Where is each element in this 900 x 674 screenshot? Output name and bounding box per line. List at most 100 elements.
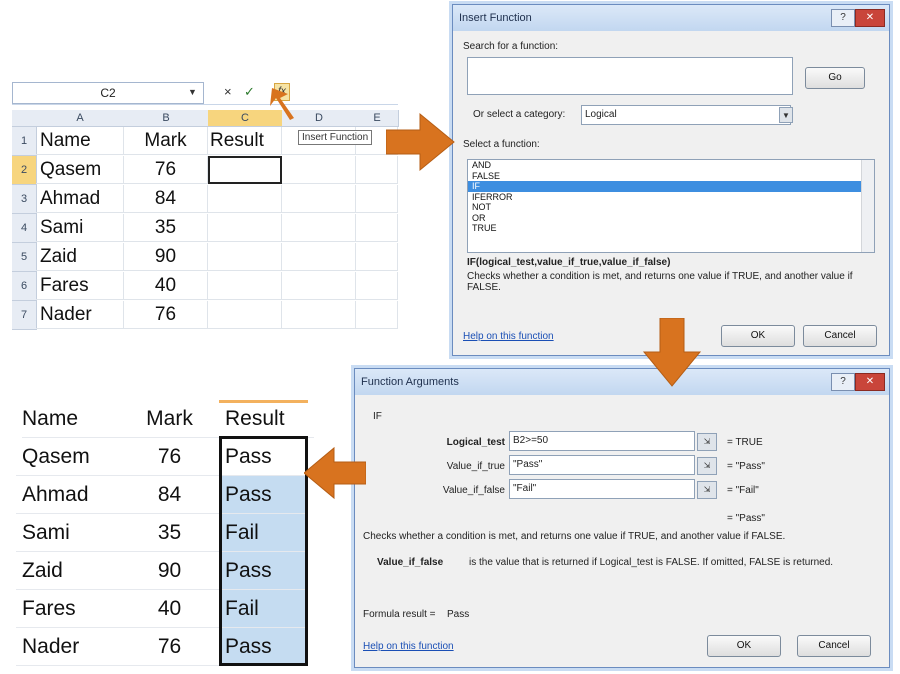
cell-mark[interactable]: Mark [124,127,208,155]
cell-mark[interactable]: 84 [124,185,208,213]
result-cell-name: Qasem [16,438,120,476]
cell-empty[interactable] [282,243,356,271]
cell-empty[interactable] [282,214,356,242]
cell-empty[interactable] [356,243,398,271]
cell-empty[interactable] [282,301,356,329]
cell-empty[interactable] [282,156,356,184]
function-item[interactable]: IF [468,181,874,192]
row-header[interactable]: 7 [12,301,37,330]
help-link[interactable]: Help on this function [463,331,554,342]
row-header[interactable]: 1 [12,127,37,156]
cell-empty[interactable] [356,301,398,329]
select-all-corner[interactable] [12,110,37,127]
result-cell-name: Zaid [16,552,120,590]
help-icon[interactable]: ? [831,373,855,391]
cancel-button[interactable]: Cancel [803,325,877,347]
ok-button[interactable]: OK [721,325,795,347]
cancel-button[interactable]: Cancel [797,635,871,657]
result-cell-mark: 76 [120,438,219,476]
param-name: Value_if_false [377,557,444,568]
result-header-mark: Mark [120,400,219,438]
left-arrow-icon [304,446,366,500]
function-item[interactable]: OR [468,213,874,224]
dialog-title: Insert Function [453,5,889,31]
active-cell[interactable] [208,156,282,184]
close-icon[interactable]: ✕ [855,9,885,27]
result-table: Name Mark Result Qasem 76 Pass Ahmad 84 Pass Sami… [16,400,316,672]
cell-result[interactable] [208,243,282,271]
cell-mark[interactable]: 35 [124,214,208,242]
function-item[interactable]: NOT [468,202,874,213]
cell-empty[interactable] [282,185,356,213]
insert-function-dialog: Insert Function ? ✕ Search for a functio… [452,4,890,356]
cell-empty[interactable] [356,185,398,213]
cell-name[interactable]: Ahmad [36,185,124,213]
cell-mark[interactable]: 40 [124,272,208,300]
arg-input-logical-test[interactable]: B2>=50 [509,431,695,451]
cell-mark[interactable]: 76 [124,301,208,329]
arg-label-value-if-false: Value_if_false [442,485,505,496]
result-cell-mark: 84 [120,476,219,514]
cell-result[interactable]: Result [208,127,282,155]
cell-name[interactable]: Zaid [36,243,124,271]
result-cell-mark: 76 [120,628,219,666]
arg-input-value-if-true[interactable]: "Pass" [509,455,695,475]
row-header[interactable]: 5 [12,243,37,272]
row-header[interactable]: 2 [12,156,37,185]
cell-result[interactable] [208,301,282,329]
cell-name[interactable]: Name [36,127,124,155]
arg-label-logical-test: Logical_test [446,437,505,448]
cancel-icon[interactable]: × [224,82,232,102]
row-header[interactable]: 4 [12,214,37,243]
formula-bar: C2 ▼ × ✓ fx [12,82,398,105]
cell-result[interactable] [208,272,282,300]
cell-result[interactable] [208,214,282,242]
function-syntax: IF(logical_test,value_if_true,value_if_f… [467,257,671,268]
function-list[interactable]: AND FALSE IF IFERROR NOT OR TRUE [467,159,875,253]
function-description: Checks whether a condition is met, and r… [467,271,853,293]
cell-result[interactable] [208,185,282,213]
search-input[interactable] [467,57,793,95]
cell-name[interactable]: Sami [36,214,124,242]
chevron-down-icon[interactable]: ▼ [779,107,793,123]
cell-empty[interactable] [356,214,398,242]
result-cell-mark: 90 [120,552,219,590]
cell-empty[interactable] [282,272,356,300]
name-box[interactable]: C2 [12,82,204,104]
close-icon[interactable]: ✕ [855,373,885,391]
function-item[interactable]: FALSE [468,171,874,182]
cell-empty[interactable] [356,272,398,300]
enter-icon[interactable]: ✓ [244,82,255,102]
range-select-icon[interactable]: ⇲ [697,481,717,499]
list-scrollbar[interactable] [861,160,874,252]
row-header[interactable]: 3 [12,185,37,214]
function-item[interactable]: AND [468,160,874,171]
arg-result-value-if-false: = "Fail" [727,485,759,496]
name-box-dropdown-icon[interactable]: ▼ [188,82,197,102]
range-select-icon[interactable]: ⇲ [697,433,717,451]
insert-function-tooltip: Insert Function [298,130,373,145]
go-button[interactable]: Go [805,67,865,89]
function-item[interactable]: IFERROR [468,192,874,203]
category-select[interactable]: Logical [581,105,791,125]
cell-name[interactable]: Nader [36,301,124,329]
arg-input-value-if-false[interactable]: "Fail" [509,479,695,499]
overall-result: = "Pass" [727,513,765,524]
cell-mark[interactable]: 90 [124,243,208,271]
cell-mark[interactable]: 76 [124,156,208,184]
cell-name[interactable]: Fares [36,272,124,300]
help-icon[interactable]: ? [831,9,855,27]
function-item[interactable]: TRUE [468,223,874,234]
col-header-a[interactable]: A [36,110,125,127]
function-description: Checks whether a condition is met, and r… [363,531,786,542]
row-header[interactable]: 6 [12,272,37,301]
cell-name[interactable]: Qasem [36,156,124,184]
help-link[interactable]: Help on this function [363,641,454,652]
range-select-icon[interactable]: ⇲ [697,457,717,475]
arg-result-value-if-true: = "Pass" [727,461,765,472]
function-name: IF [373,411,382,422]
ok-button[interactable]: OK [707,635,781,657]
result-cell-name: Nader [16,628,120,666]
col-header-b[interactable]: B [124,110,209,127]
dialog-title: Function Arguments [355,369,889,395]
